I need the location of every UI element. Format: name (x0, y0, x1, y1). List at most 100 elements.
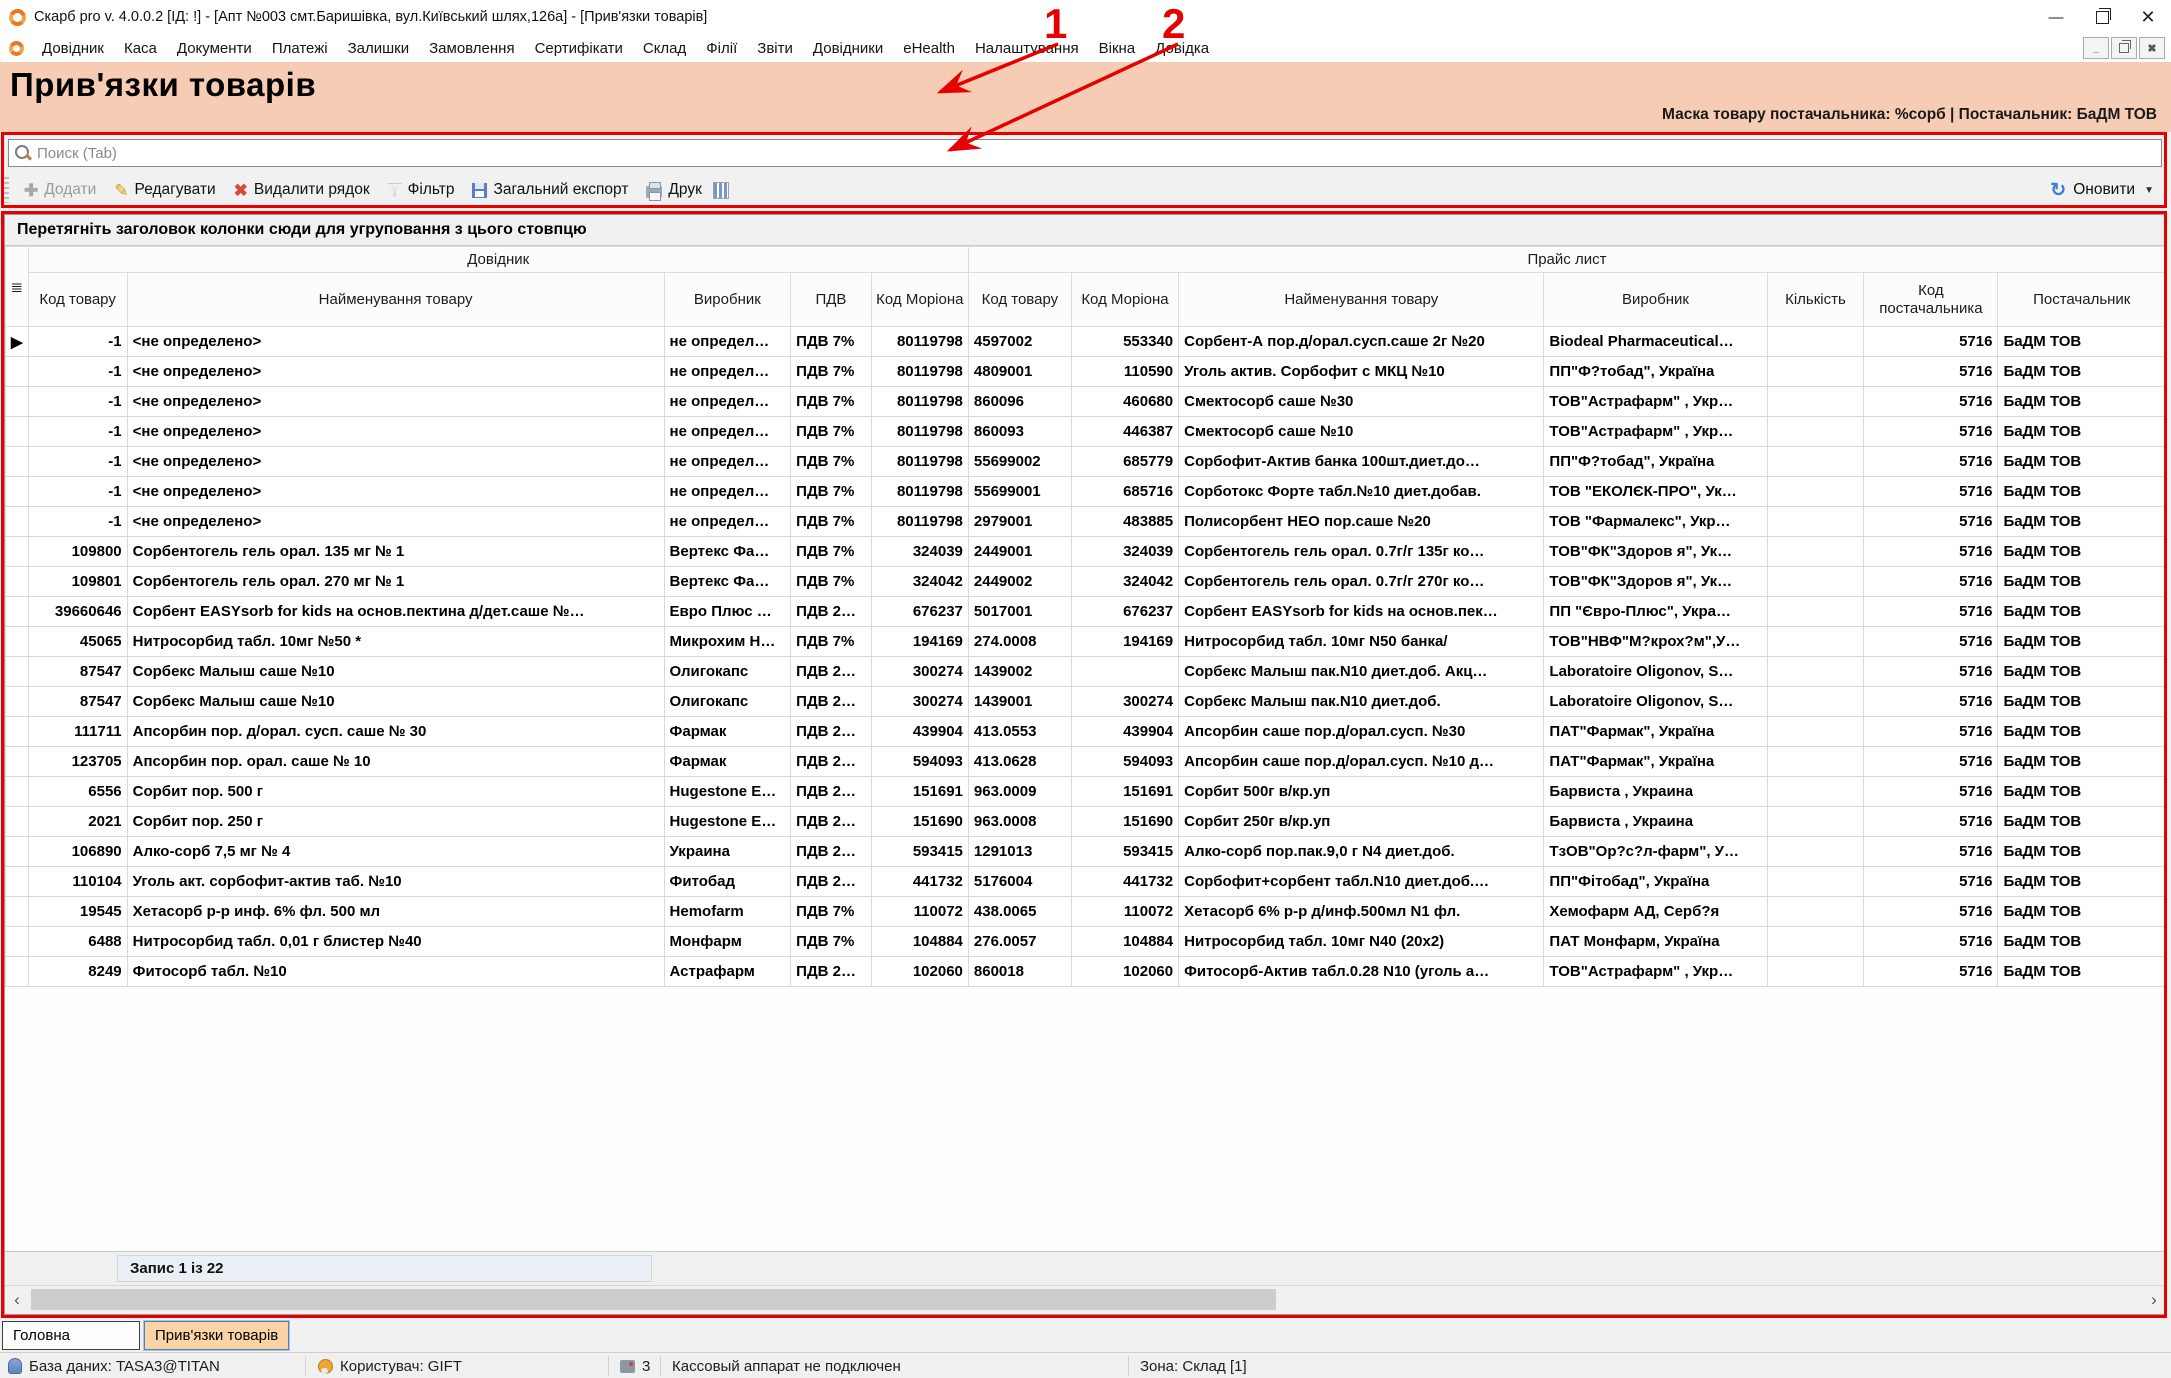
cell[interactable]: 2449001 (968, 537, 1071, 567)
cell[interactable]: Апсорбин пор. д/орал. сусп. саше № 30 (127, 717, 664, 747)
cell[interactable]: Сорбофит+сорбент табл.N10 диет.доб.… (1179, 867, 1544, 897)
cell[interactable]: <не определено> (127, 327, 664, 357)
cell[interactable]: БаДМ ТОВ (1998, 477, 2166, 507)
edit-button[interactable]: ✎ Редагувати (107, 178, 222, 202)
menu-zamovlennia[interactable]: Замовлення (419, 40, 524, 57)
cell[interactable]: ПАТ"Фармак", Україна (1544, 717, 1767, 747)
cell[interactable]: 55699001 (968, 477, 1071, 507)
column-header[interactable]: Виробник (664, 273, 791, 327)
cell[interactable]: Hugestone E… (664, 807, 791, 837)
cell[interactable]: БаДМ ТОВ (1998, 777, 2166, 807)
cell[interactable]: ТОВ"Астрафарм" , Укр… (1544, 387, 1767, 417)
cell[interactable]: 5716 (1864, 387, 1998, 417)
cell[interactable]: Смектосорб саше №30 (1179, 387, 1544, 417)
cell[interactable]: <не определено> (127, 357, 664, 387)
cell[interactable]: Сорбентогель гель орал. 0.7г/г 135г ко… (1179, 537, 1544, 567)
cell[interactable]: <не определено> (127, 387, 664, 417)
cell[interactable] (1767, 897, 1864, 927)
menu-nalashtuvannia[interactable]: Налаштування (965, 40, 1089, 57)
cell[interactable] (1767, 447, 1864, 477)
cell[interactable]: ПДВ 2… (791, 777, 872, 807)
cell[interactable]: -1 (28, 477, 127, 507)
cell[interactable]: 324042 (871, 567, 968, 597)
cell[interactable]: не определ… (664, 477, 791, 507)
cell[interactable]: 300274 (1071, 687, 1178, 717)
menu-zalyshky[interactable]: Залишки (338, 40, 420, 57)
cell[interactable]: Украина (664, 837, 791, 867)
cell[interactable] (1767, 357, 1864, 387)
cell[interactable]: БаДМ ТОВ (1998, 567, 2166, 597)
cell[interactable]: 106890 (28, 837, 127, 867)
cell[interactable]: Нитросорбид табл. 10мг N40 (20x2) (1179, 927, 1544, 957)
cell[interactable]: Сорбит пор. 500 г (127, 777, 664, 807)
cell[interactable]: -1 (28, 447, 127, 477)
cell[interactable]: 151691 (1071, 777, 1178, 807)
cell[interactable]: 963.0009 (968, 777, 1071, 807)
tab-holovna[interactable]: Головна (2, 1321, 140, 1350)
cell[interactable]: ПП "Євро-Плюс", Укра… (1544, 597, 1767, 627)
filter-button[interactable]: Фільтр (381, 178, 462, 202)
cell[interactable]: 5716 (1864, 417, 1998, 447)
cell[interactable]: 87547 (28, 687, 127, 717)
table-row[interactable]: -1<не определено>не определ…ПДВ 7%801197… (6, 387, 2166, 417)
column-header[interactable]: Код товару (968, 273, 1071, 327)
cell[interactable]: <не определено> (127, 477, 664, 507)
cell[interactable]: БаДМ ТОВ (1998, 447, 2166, 477)
cell[interactable]: 110072 (871, 897, 968, 927)
table-row[interactable]: 2021Сорбит пор. 250 гHugestone E…ПДВ 2…1… (6, 807, 2166, 837)
column-header[interactable]: Найменування товару (1179, 273, 1544, 327)
cell[interactable]: 5716 (1864, 957, 1998, 987)
cell[interactable]: Нитросорбид табл. 10мг N50 банка/ (1179, 627, 1544, 657)
cell[interactable]: БаДМ ТОВ (1998, 807, 2166, 837)
cell[interactable]: 460680 (1071, 387, 1178, 417)
table-row[interactable]: -1<не определено>не определ…ПДВ 7%801197… (6, 417, 2166, 447)
cell[interactable]: 1439002 (968, 657, 1071, 687)
cell[interactable]: 413.0628 (968, 747, 1071, 777)
cell[interactable] (1767, 687, 1864, 717)
table-row[interactable]: 87547Сорбекс Малыш саше №10ОлигокапсПДВ … (6, 657, 2166, 687)
cell[interactable]: 413.0553 (968, 717, 1071, 747)
cell[interactable]: ПДВ 7% (791, 417, 872, 447)
cell[interactable] (1767, 807, 1864, 837)
cell[interactable]: Сорбент EASYsorb for kids на основ.пекти… (127, 597, 664, 627)
cell[interactable]: Фармак (664, 747, 791, 777)
cell[interactable]: Сорботокс Форте табл.№10 диет.добав. (1179, 477, 1544, 507)
cell[interactable]: БаДМ ТОВ (1998, 867, 2166, 897)
cell[interactable]: 39660646 (28, 597, 127, 627)
cell[interactable]: 300274 (871, 687, 968, 717)
cell[interactable]: 5716 (1864, 447, 1998, 477)
cell[interactable]: ПДВ 2… (791, 687, 872, 717)
cell[interactable]: 5017001 (968, 597, 1071, 627)
menu-dovidka[interactable]: Довідка (1145, 40, 1219, 57)
cell[interactable]: ПДВ 2… (791, 657, 872, 687)
cell[interactable]: Нитросорбид табл. 10мг №50 * (127, 627, 664, 657)
print-button[interactable]: Друк (639, 178, 708, 202)
cell[interactable]: ТзОВ"Ор?с?л-фарм", У… (1544, 837, 1767, 867)
cell[interactable]: Hemofarm (664, 897, 791, 927)
cell[interactable] (1767, 777, 1864, 807)
menu-platezhi[interactable]: Платежі (262, 40, 338, 57)
cell[interactable]: 439904 (871, 717, 968, 747)
cell[interactable]: ПП"Фітобад", Україна (1544, 867, 1767, 897)
cell[interactable]: БаДМ ТОВ (1998, 417, 2166, 447)
scrollbar-thumb[interactable] (31, 1289, 1276, 1310)
menu-vikna[interactable]: Вікна (1089, 40, 1146, 57)
cell[interactable]: 109800 (28, 537, 127, 567)
cell[interactable]: 860018 (968, 957, 1071, 987)
cell[interactable] (1767, 957, 1864, 987)
cell[interactable]: Вертекс Фа… (664, 537, 791, 567)
cell[interactable]: 194169 (1071, 627, 1178, 657)
cell[interactable]: Алко-сорб пор.пак.9,0 г N4 диет.доб. (1179, 837, 1544, 867)
cell[interactable]: БаДМ ТОВ (1998, 957, 2166, 987)
cell[interactable]: 441732 (871, 867, 968, 897)
cell[interactable]: БаДМ ТОВ (1998, 897, 2166, 927)
cell[interactable]: ПДВ 7% (791, 507, 872, 537)
cell[interactable] (1767, 747, 1864, 777)
cell[interactable]: 5716 (1864, 537, 1998, 567)
cell[interactable]: Апсорбин саше пор.д/орал.сусп. №30 (1179, 717, 1544, 747)
cell[interactable]: Сорбекс Малыш саше №10 (127, 657, 664, 687)
cell[interactable]: Апсорбин пор. орал. саше № 10 (127, 747, 664, 777)
cell[interactable]: Монфарм (664, 927, 791, 957)
cell[interactable]: 5716 (1864, 867, 1998, 897)
cell[interactable]: БаДМ ТОВ (1998, 387, 2166, 417)
